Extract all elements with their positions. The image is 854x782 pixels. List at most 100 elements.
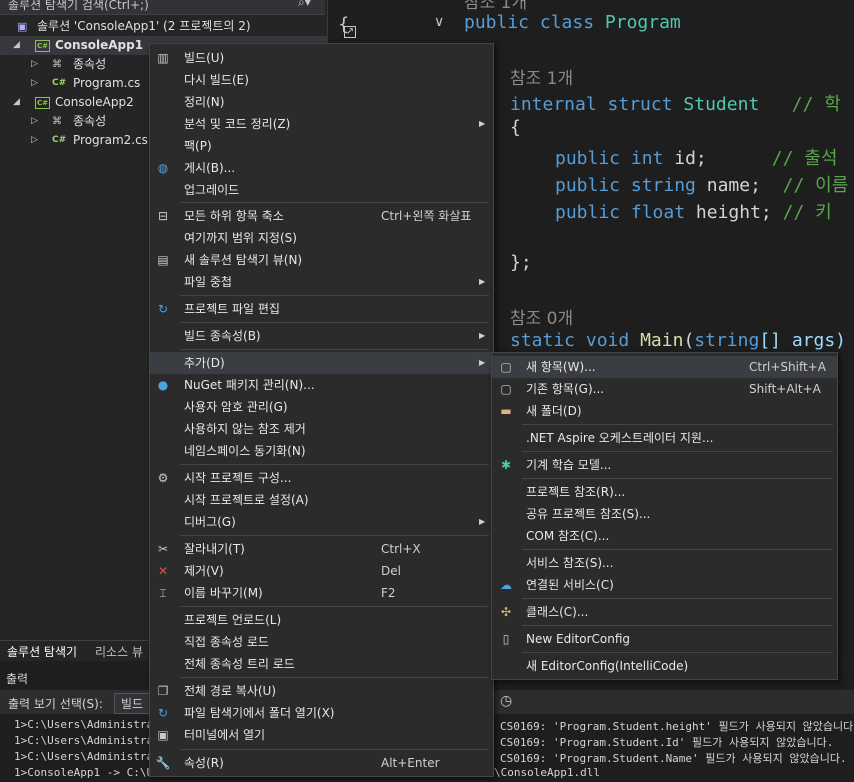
collapsed-arrow-icon[interactable]: ▷	[31, 131, 38, 150]
menu-item-전체-종속성-트리-로드[interactable]: 전체 종속성 트리 로드	[150, 653, 493, 675]
menu-item-프로젝트-언로드[interactable]: 프로젝트 언로드(L)	[150, 609, 493, 631]
project-context-menu: ▥ 빌드(U) 다시 빌드(E) 정리(N) 분석 및 코드 정리(Z) ▶ 팩(P) ◍ 게시…	[149, 43, 494, 777]
menu-item-다시-빌드[interactable]: 다시 빌드(E)	[150, 69, 493, 91]
menu-item-shortcut: Shift+Alt+A	[749, 382, 821, 396]
menu-item-속성[interactable]: 🔧 속성(R) Alt+Enter	[150, 752, 493, 774]
menu-separator	[522, 652, 833, 653]
menu-item-서비스-참조[interactable]: 서비스 참조(S)...	[492, 552, 837, 574]
tree-solution[interactable]: ▣ 솔루션 'ConsoleApp1' (2 프로젝트의 2)	[0, 17, 327, 36]
menu-item-기존-항목[interactable]: ▢ 기존 항목(G)... Shift+Alt+A	[492, 378, 837, 400]
new-folder-icon: ▬	[500, 404, 512, 418]
scissors-icon: ✂	[157, 542, 169, 556]
menu-item-터미널에서-열기[interactable]: ▣ 터미널에서 열기	[150, 724, 493, 746]
menu-item-nuget-패키지-관리[interactable]: ● NuGet 패키지 관리(N)...	[150, 374, 493, 396]
menu-item-이름-바꾸기[interactable]: ⌶ 이름 바꾸기(M) F2	[150, 582, 493, 604]
menu-item-파일-탐색기에서-폴더-열기[interactable]: ↻ 파일 탐색기에서 폴더 열기(X)	[150, 702, 493, 724]
output-line: CS0169: 'Program.Student.Name' 필드가 사용되지 …	[500, 752, 847, 765]
menu-item-게시[interactable]: ◍ 게시(B)...	[150, 157, 493, 179]
project-label: ConsoleApp2	[55, 95, 134, 109]
menu-item-추가[interactable]: 추가(D) ▶	[150, 352, 493, 374]
search-icon[interactable]: ⌕▾	[298, 0, 311, 10]
menu-item-new-editorconfig[interactable]: ▯ New EditorConfig	[492, 628, 837, 650]
menu-item-사용자-암호-관리[interactable]: 사용자 암호 관리(G)	[150, 396, 493, 418]
editorconfig-icon: ▯	[502, 632, 510, 646]
menu-item-정리[interactable]: 정리(N)	[150, 91, 493, 113]
menu-item-shortcut: Ctrl+Shift+A	[749, 360, 826, 374]
menu-item-label: 파일 탐색기에서 폴더 열기(X)	[184, 706, 335, 720]
csharp-project-icon: C#	[35, 97, 50, 109]
menu-item-shortcut: F2	[381, 586, 396, 600]
menu-item-연결된-서비스[interactable]: ☁ 연결된 서비스(C)	[492, 574, 837, 596]
reference-count[interactable]: 참조 0개	[510, 304, 573, 329]
output-source-select[interactable]: 빌드	[114, 693, 151, 714]
menu-item-label: 연결된 서비스(C)	[526, 578, 614, 592]
tab-resource-view[interactable]: 리소스 뷰	[95, 643, 143, 660]
menu-item-label: 제거(V)	[184, 564, 224, 578]
menu-separator	[180, 677, 489, 678]
menu-item-기계-학습-모델[interactable]: ✱ 기계 학습 모델...	[492, 454, 837, 476]
menu-item-직접-종속성-로드[interactable]: 직접 종속성 로드	[150, 631, 493, 653]
menu-item-새-editorconfig[interactable]: 새 EditorConfig(IntelliCode)	[492, 655, 837, 677]
menu-item-업그레이드[interactable]: 업그레이드	[150, 179, 493, 201]
expand-arrow-icon[interactable]: ◢	[13, 93, 20, 112]
nuget-icon: ●	[157, 378, 169, 392]
menu-item-net-aspire-오케스트레이터-지원[interactable]: .NET Aspire 오케스트레이터 지원...	[492, 427, 837, 449]
clock-icon[interactable]: ◷	[500, 693, 512, 709]
expand-arrow-icon[interactable]: ◢	[13, 36, 20, 55]
menu-separator	[522, 625, 833, 626]
menu-separator	[180, 749, 489, 750]
menu-item-프로젝트-파일-편집[interactable]: ↻ 프로젝트 파일 편집	[150, 298, 493, 320]
menu-item-모든-하위-항목-축소[interactable]: ⊟ 모든 하위 항목 축소 Ctrl+왼쪽 화살표	[150, 205, 493, 227]
file-label: Program.cs	[73, 76, 141, 90]
menu-item-label: 빌드(U)	[184, 51, 225, 65]
menu-separator	[180, 202, 489, 203]
dependencies-icon: ⌘	[52, 59, 62, 70]
fold-chevron-icon[interactable]: ∨	[434, 14, 444, 30]
menu-item-빌드-종속성[interactable]: 빌드 종속성(B) ▶	[150, 325, 493, 347]
menu-item-여기까지-범위-지정[interactable]: 여기까지 범위 지정(S)	[150, 227, 493, 249]
menu-item-프로젝트-참조[interactable]: 프로젝트 참조(R)...	[492, 481, 837, 503]
menu-item-분석-및-코드-정리[interactable]: 분석 및 코드 정리(Z) ▶	[150, 113, 493, 135]
build-icon: ▥	[157, 51, 169, 65]
menu-item-사용하지-않는-참조-제거[interactable]: 사용하지 않는 참조 제거	[150, 418, 493, 440]
quick-action-icon[interactable]: ↗	[344, 26, 356, 38]
menu-item-공유-프로젝트-참조[interactable]: 공유 프로젝트 참조(S)...	[492, 503, 837, 525]
menu-item-새-솔루션-탐색기-뷰[interactable]: ▤ 새 솔루션 탐색기 뷰(N)	[150, 249, 493, 271]
menu-item-label: 이름 바꾸기(M)	[184, 586, 263, 600]
code-brace-open: {	[510, 117, 521, 138]
menu-item-팩[interactable]: 팩(P)	[150, 135, 493, 157]
menu-item-잘라내기[interactable]: ✂ 잘라내기(T) Ctrl+X	[150, 538, 493, 560]
menu-item-label: New EditorConfig	[526, 632, 631, 646]
menu-item-label: 정리(N)	[184, 95, 225, 109]
collapsed-arrow-icon[interactable]: ▷	[31, 55, 38, 74]
output-line: CS0169: 'Program.Student.Id' 필드가 사용되지 않았…	[500, 736, 834, 749]
search-box[interactable]: 솔루션 탐색기 검색(Ctrl+;) ⌕▾	[0, 0, 325, 15]
menu-item-시작-프로젝트-구성[interactable]: ⚙ 시작 프로젝트 구성...	[150, 467, 493, 489]
menu-item-새-항목[interactable]: ▢ 새 항목(W)... Ctrl+Shift+A	[492, 356, 837, 378]
menu-item-label: 전체 경로 복사(U)	[184, 684, 277, 698]
menu-item-label: 디버그(G)	[184, 515, 236, 529]
menu-item-네임스페이스-동기화[interactable]: 네임스페이스 동기화(N)	[150, 440, 493, 462]
output-line: 1>ConsoleApp1 -> C:\Use	[14, 766, 167, 779]
collapsed-arrow-icon[interactable]: ▷	[31, 112, 38, 131]
csharp-file-icon: C#	[52, 78, 67, 88]
menu-item-제거[interactable]: ✕ 제거(V) Del	[150, 560, 493, 582]
menu-item-label: 네임스페이스 동기화(N)	[184, 444, 306, 458]
menu-item-label: 사용자 암호 관리(G)	[184, 400, 288, 414]
menu-item-새-폴더[interactable]: ▬ 새 폴더(D)	[492, 400, 837, 422]
tab-solution-explorer[interactable]: 솔루션 탐색기	[7, 643, 77, 660]
submenu-arrow-icon: ▶	[479, 358, 486, 367]
menu-item-전체-경로-복사[interactable]: ❐ 전체 경로 복사(U)	[150, 680, 493, 702]
menu-item-com-참조[interactable]: COM 참조(C)...	[492, 525, 837, 547]
menu-item-label: 직접 종속성 로드	[184, 635, 269, 649]
class-icon: ✣	[500, 605, 512, 619]
menu-item-디버그[interactable]: 디버그(G) ▶	[150, 511, 493, 533]
code-line-struct: internal struct Student // 학	[510, 94, 841, 115]
menu-item-시작-프로젝트로-설정[interactable]: 시작 프로젝트로 설정(A)	[150, 489, 493, 511]
menu-separator	[522, 598, 833, 599]
menu-item-클래스[interactable]: ✣ 클래스(C)...	[492, 601, 837, 623]
collapsed-arrow-icon[interactable]: ▷	[31, 74, 38, 93]
reference-count[interactable]: 참조 1개	[510, 64, 573, 89]
menu-item-파일-중첩[interactable]: 파일 중첩 ▶	[150, 271, 493, 293]
menu-item-빌드[interactable]: ▥ 빌드(U)	[150, 47, 493, 69]
